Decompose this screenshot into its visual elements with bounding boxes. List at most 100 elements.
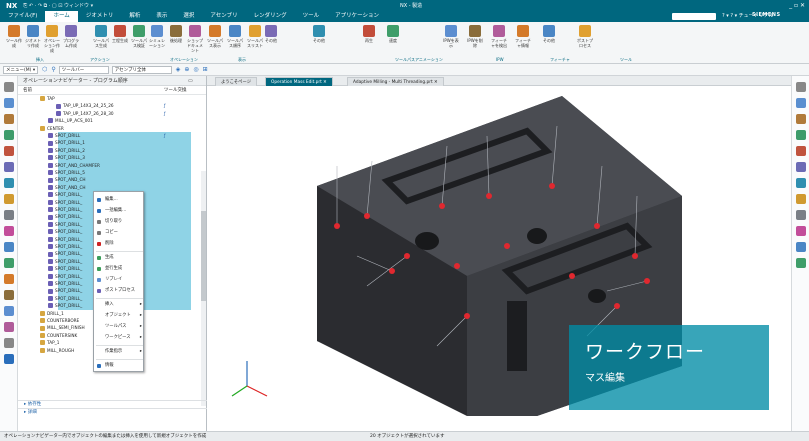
context-menu-item[interactable]: コピー [94,228,145,237]
resource-icon[interactable] [3,178,14,188]
context-menu-item[interactable]: 作業指示 ▸ [94,347,145,356]
resource-icon[interactable] [3,146,14,156]
ribbon-button[interactable]: シミュレーション [148,25,166,48]
view-icon[interactable]: ◎ [193,66,198,73]
resource-icon[interactable] [795,114,806,124]
context-menu-item[interactable]: ツールパス ▸ [94,322,145,331]
resource-icon[interactable] [3,226,14,236]
resource-icon[interactable] [3,354,14,364]
ribbon-button[interactable]: その他 [262,25,280,43]
ribbon-button[interactable]: プログラム作成 [62,25,80,48]
resource-icon[interactable] [3,210,14,220]
resource-icon[interactable] [795,98,806,108]
ribbon-button[interactable]: 工程生成 [111,25,129,43]
ribbon-button[interactable]: 速度 [384,25,402,43]
resource-icon[interactable] [3,274,14,284]
menu-item[interactable]: ホーム [45,11,78,22]
menu-item[interactable]: ツール [295,11,328,22]
menu-item[interactable]: アプリケーション [327,11,387,22]
tree-row[interactable]: MILL_UP_ACS_001 [18,117,207,124]
resource-icon[interactable] [3,130,14,140]
resource-icon[interactable] [795,82,806,92]
column-name[interactable]: 名前 [23,88,32,93]
resource-icon[interactable] [3,338,14,348]
menu-item[interactable]: レンダリング [246,11,295,22]
column-tool-change[interactable]: ツール交換 [164,86,187,95]
ribbon-button[interactable]: IPWを表示 [442,25,460,48]
ribbon-button[interactable]: ジオメトリ作成 [24,25,42,48]
tree-row[interactable]: SPOT_DRILL_3 [18,154,207,162]
menu-dropdown[interactable]: メニュー(M) ▾ [3,65,39,74]
ribbon-button[interactable]: 後処理 [167,25,185,43]
command-search-input[interactable] [672,13,716,20]
menu-item[interactable]: ファイル(F) [0,11,45,22]
resource-icon[interactable] [3,290,14,300]
ribbon-button[interactable]: ツールパス検証 [130,25,148,48]
details-panel[interactable]: ▸ 詳細 [18,408,207,416]
ribbon-button[interactable]: 再生 [360,25,378,43]
tree-row[interactable]: SPOT_AND_CHAMFER [18,161,207,169]
ribbon-button[interactable]: フィーチャを検出 [490,25,508,48]
select-icon[interactable]: ◈ [176,66,181,73]
resource-icon[interactable] [3,258,14,268]
context-menu-item[interactable]: 一括編集... [94,206,145,215]
ribbon-button[interactable]: その他 [310,25,328,43]
resource-icon[interactable] [3,322,14,332]
resource-icon[interactable] [795,130,806,140]
context-menu-item[interactable]: 挿入 ▸ [94,300,145,309]
resource-icon[interactable] [795,162,806,172]
document-tab[interactable]: Adaptive Milling - Multi Threading.prt ✕ [347,77,444,86]
window-controls[interactable]: _ ▫ ✕ [789,2,805,9]
document-tab[interactable]: Operation Mass Edit.prt ✕ [265,77,333,86]
snap-icon[interactable]: ⬡ [42,66,47,73]
tree-row[interactable]: TAP_UP_14X7_26_28_30 ƒ [18,110,207,117]
resource-icon[interactable] [795,258,806,268]
ribbon-button[interactable]: ツールパス表示 [206,25,224,48]
navigator-options-icon[interactable]: ▭ [188,76,193,86]
ribbon-button[interactable]: ツールパス生成 [92,25,110,48]
document-tab[interactable]: ようこそページ [215,77,257,86]
scroll-thumb[interactable] [201,211,206,301]
menu-item[interactable]: ジオメトリ [78,11,122,22]
context-menu-item[interactable]: ワークピース ▸ [94,333,145,342]
menu-item[interactable]: 表示 [148,11,175,22]
tree-row[interactable]: TAP [18,95,207,102]
resource-icon[interactable] [795,226,806,236]
tree-row[interactable]: SPOT_DRILL ƒ [18,132,207,140]
resource-icon[interactable] [3,242,14,252]
menu-item[interactable]: 解析 [121,11,148,22]
tree-row[interactable]: SPOT_DRILL_1 [18,139,207,147]
context-menu-item[interactable]: 切り取り [94,217,145,226]
ribbon-button[interactable]: フィーチャ情報 [514,25,532,48]
tree-row[interactable]: CENTER [18,125,207,132]
point-icon[interactable]: ⊕ [184,66,189,73]
resource-icon[interactable] [3,114,14,124]
resource-icon[interactable] [3,162,14,172]
context-menu-item[interactable]: 並行生成 [94,264,145,273]
ribbon-button[interactable]: オペレーション作成 [43,25,61,53]
resource-icon[interactable] [3,306,14,316]
ribbon-button[interactable]: ショップドキュメント [186,25,204,53]
tree-row[interactable]: SPOT_DRILL_2 [18,146,207,155]
resource-icon[interactable] [3,98,14,108]
resource-icon[interactable] [3,82,14,92]
context-menu-item[interactable]: 情報 [94,361,145,370]
resource-icon[interactable] [795,178,806,188]
filter-icon[interactable]: ⚲ [51,66,55,73]
context-menu-item[interactable]: 編集... [94,195,145,204]
ribbon-button[interactable]: IPWを削除 [466,25,484,48]
type-filter-select[interactable]: ツールバー [58,65,109,74]
context-menu-item[interactable]: 生成 [94,253,145,262]
context-menu-item[interactable]: 削除 [94,239,145,248]
tree-row[interactable]: SPOT_AND_CH [18,176,207,184]
snap-point-icon[interactable]: ⊞ [203,66,208,73]
dependencies-panel[interactable]: ▸ 依存性 [18,400,207,408]
context-menu-item[interactable]: リプレイ [94,275,145,284]
context-menu-item[interactable]: オブジェクト ▸ [94,311,145,320]
menu-item[interactable]: アセンブリ [202,11,245,22]
ribbon-button[interactable]: ポストプロセス [576,25,594,48]
resource-icon[interactable] [795,194,806,204]
navigator-scrollbar[interactable] [201,171,206,406]
ribbon-button[interactable]: その他 [540,25,558,43]
quick-access-toolbar[interactable]: ⎘ ↶ · ↷ ⧉ · ▢ ⊡ ウィンドウ ▾ [23,2,93,9]
